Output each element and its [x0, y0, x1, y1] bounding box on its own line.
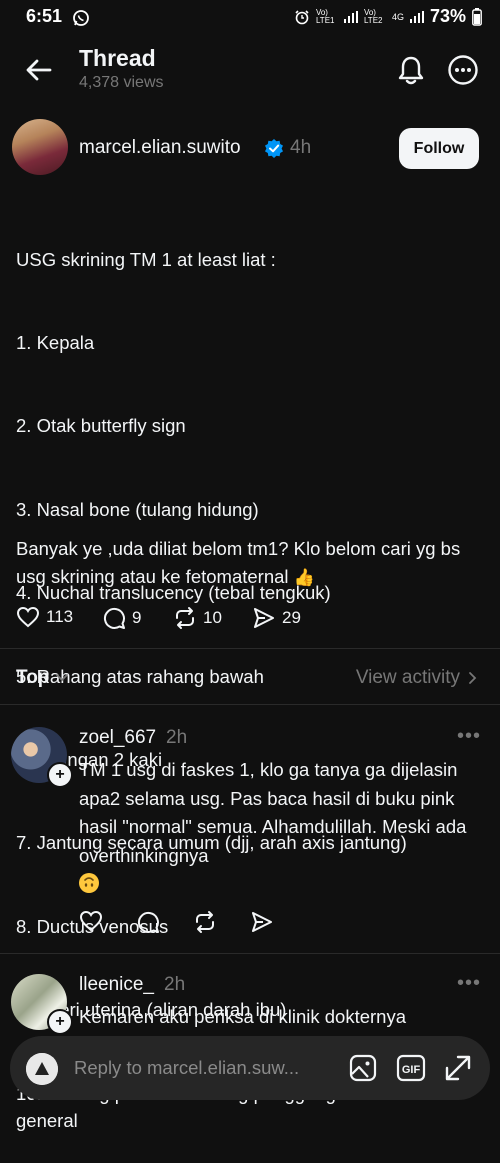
post-line: 2. Otak butterfly sign [16, 415, 186, 437]
image-icon[interactable] [348, 1053, 378, 1083]
signal-icon-2 [409, 10, 424, 23]
reply-count: 9 [132, 608, 142, 627]
repost-icon[interactable] [193, 910, 217, 934]
reply-actions [79, 910, 274, 934]
post-line: 1. Kepala [16, 331, 95, 353]
upside-down-face-emoji [79, 873, 99, 893]
chevron-right-icon [469, 672, 477, 684]
whatsapp-icon [73, 10, 89, 26]
follow-button[interactable]: Follow [399, 128, 479, 169]
heart-icon [16, 606, 40, 628]
reply-author[interactable]: lleenice_ [79, 974, 154, 996]
send-icon [254, 608, 274, 628]
reply-body: TM 1 usg di faskes 1, klo ga tanya ga di… [79, 756, 479, 899]
sim2-label: Vo) LTE2 [363, 7, 383, 25]
gif-icon[interactable]: GIF [396, 1053, 426, 1083]
follow-plus-icon[interactable]: + [47, 762, 73, 788]
reply-more-icon[interactable]: ••• [457, 972, 481, 995]
expand-icon[interactable] [443, 1053, 473, 1083]
share-count: 29 [282, 608, 301, 627]
share-button[interactable]: 29 [252, 606, 301, 630]
follow-plus-icon[interactable]: + [47, 1009, 73, 1035]
alarm-icon [295, 9, 309, 24]
reply-timestamp: 2h [164, 974, 186, 995]
reply-timestamp: 2h [166, 727, 188, 748]
reply-text: Kemaren aku periksa di klinik dokternya [79, 1006, 406, 1027]
battery-level: 73% [429, 6, 466, 26]
page-title: Thread [79, 45, 156, 71]
reply-input[interactable]: Reply to marcel.elian.suw... [74, 1057, 299, 1079]
bell-icon[interactable] [396, 54, 426, 86]
svg-text:GIF: GIF [402, 1064, 421, 1076]
sim1-label: Vo) LTE1 [315, 7, 335, 25]
more-options-icon[interactable] [447, 54, 479, 86]
comment-icon[interactable] [136, 910, 160, 934]
post-author[interactable]: marcel.elian.suwito [79, 137, 241, 159]
comment-icon [103, 607, 125, 629]
signal-icon [343, 10, 358, 23]
reply-button[interactable]: 9 [102, 606, 141, 630]
post-line: USG skrining TM 1 at least liat : [16, 248, 276, 270]
view-activity-link[interactable]: View activity [356, 667, 478, 689]
post-body-2: Banyak ye ,uda diliat belom tm1? Klo bel… [16, 535, 488, 592]
view-activity-label: View activity [355, 667, 460, 688]
composer-avatar [26, 1053, 58, 1085]
sort-dropdown[interactable]: Top [16, 667, 69, 689]
verified-badge-icon [265, 139, 283, 158]
post-timestamp: 4h [290, 137, 312, 158]
post-line: 3. Nasal bone (tulang hidung) [16, 498, 259, 520]
divider [0, 704, 500, 705]
divider [0, 953, 500, 954]
like-button[interactable]: 113 [16, 606, 73, 628]
author-avatar[interactable] [12, 119, 68, 175]
repost-button[interactable]: 10 [173, 606, 222, 630]
reply-more-icon[interactable]: ••• [457, 725, 481, 748]
sort-label: Top [16, 667, 50, 688]
status-bar: 6:51 Vo) LTE1 Vo) LTE2 4G 73% [0, 0, 500, 34]
repost-icon [176, 607, 194, 629]
back-arrow-icon[interactable] [24, 55, 54, 85]
user-avatar-icon [26, 1053, 58, 1085]
reply-text: TM 1 usg di faskes 1, klo ga tanya ga di… [79, 759, 467, 866]
post-paragraph: Banyak ye ,uda diliat belom tm1? Klo bel… [16, 538, 461, 587]
divider [0, 648, 500, 649]
thumbs-up-emoji: 👍 [293, 567, 315, 587]
chevron-down-icon [56, 674, 69, 682]
heart-icon[interactable] [79, 910, 103, 932]
like-count: 113 [46, 607, 74, 626]
status-time: 6:51 [26, 6, 63, 26]
status-icons: Vo) LTE1 Vo) LTE2 4G 73% [294, 6, 482, 27]
send-icon[interactable] [250, 910, 274, 934]
upside-down-face-icon [84, 877, 94, 887]
battery-icon [472, 7, 482, 26]
network-label: 4G [391, 11, 404, 22]
repost-count: 10 [203, 608, 222, 627]
reply-author[interactable]: zoel_667 [79, 727, 156, 749]
view-count: 4,378 views [79, 74, 164, 91]
